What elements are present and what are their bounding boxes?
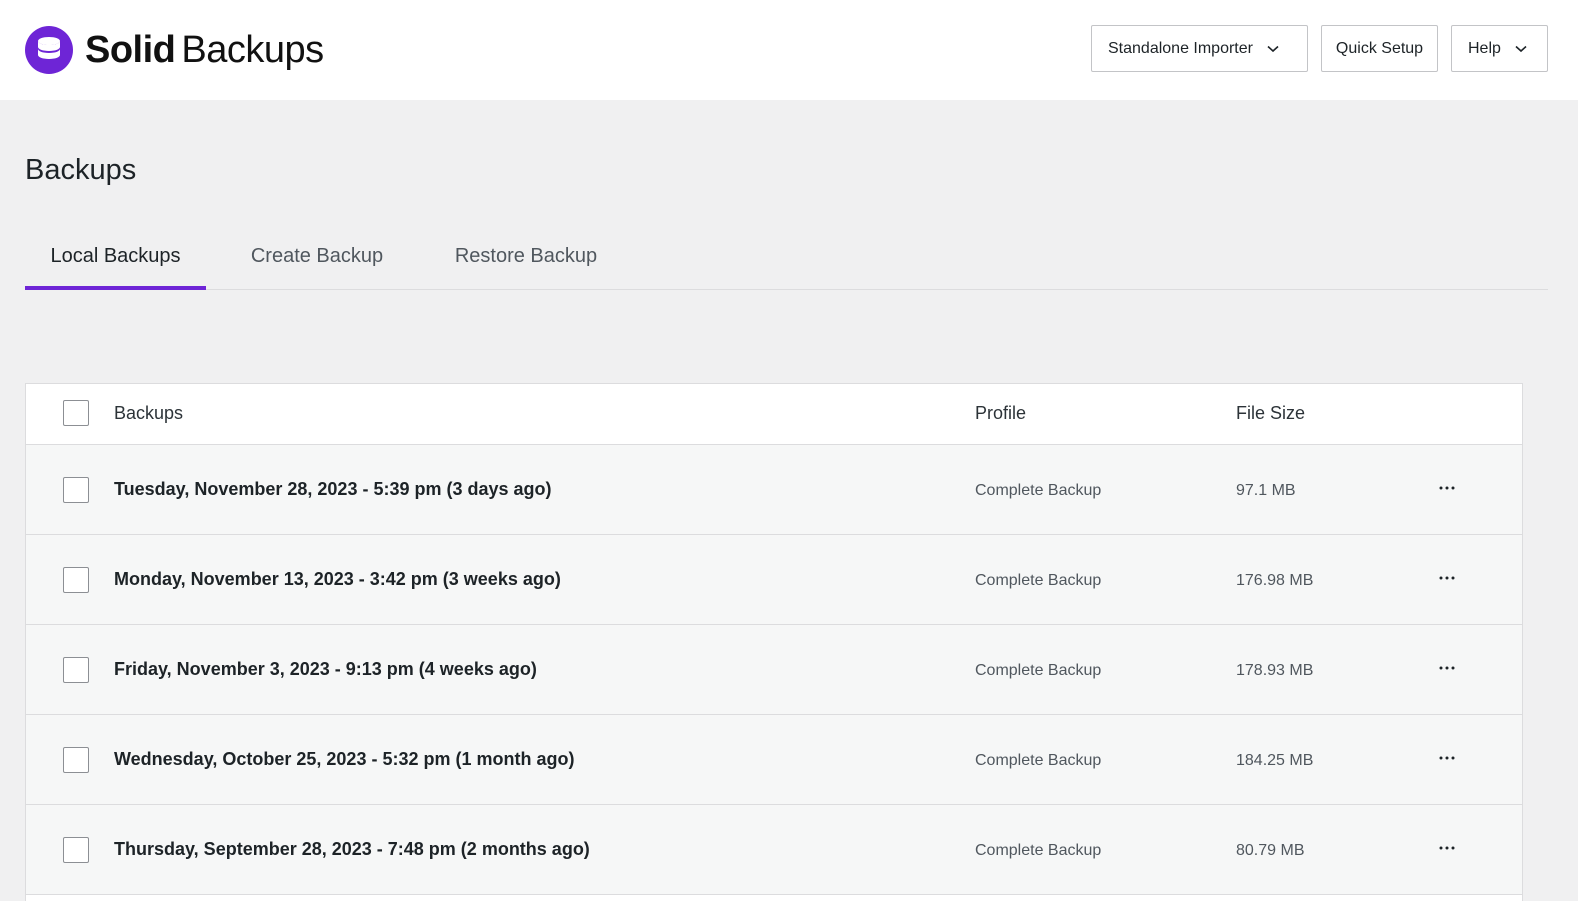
help-dropdown[interactable]: Help	[1451, 25, 1548, 72]
table-row: Wednesday, October 25, 2023 - 5:32 pm (1…	[26, 715, 1522, 805]
column-header-profile: Profile	[975, 403, 1027, 423]
backup-profile: Complete Backup	[975, 842, 1102, 859]
backup-date: Thursday, September 28, 2023 - 7:48 pm (…	[114, 839, 590, 859]
more-actions-icon[interactable]	[1432, 473, 1462, 503]
backup-date: Friday, November 3, 2023 - 9:13 pm (4 we…	[114, 659, 537, 679]
help-label: Help	[1468, 39, 1501, 57]
backup-file-size: 176.98 MB	[1236, 572, 1314, 589]
more-actions-icon[interactable]	[1432, 653, 1462, 683]
table-row: Monday, November 13, 2023 - 3:42 pm (3 w…	[26, 535, 1522, 625]
top-bar: Solid Backups Standalone Importer Quick S…	[0, 0, 1578, 100]
backup-profile: Complete Backup	[975, 572, 1102, 589]
table-header: Backups Profile File Size	[26, 384, 1522, 445]
select-all-checkbox[interactable]	[63, 400, 89, 426]
page-title: Backups	[25, 154, 137, 186]
backup-file-size: 184.25 MB	[1236, 752, 1314, 769]
column-header-backups: Backups	[114, 403, 184, 423]
tab-restore-backup[interactable]: Restore Backup	[433, 232, 619, 289]
backup-profile: Complete Backup	[975, 662, 1102, 679]
backup-tabs: Local Backups Create Backup Restore Back…	[25, 232, 1548, 290]
row-checkbox[interactable]	[63, 747, 89, 773]
backups-table: Backups Profile File Size Tuesday, Novem…	[25, 383, 1523, 901]
tab-local-backups[interactable]: Local Backups	[25, 232, 206, 290]
backup-date: Monday, November 13, 2023 - 3:42 pm (3 w…	[114, 569, 561, 589]
row-checkbox[interactable]	[63, 837, 89, 863]
brand-name-light: Backups	[181, 29, 324, 71]
backup-profile: Complete Backup	[975, 752, 1102, 769]
quick-setup-button[interactable]: Quick Setup	[1321, 25, 1438, 72]
standalone-importer-label: Standalone Importer	[1108, 39, 1253, 57]
table-row: Tuesday, November 28, 2023 - 5:39 pm (3 …	[26, 445, 1522, 535]
tab-create-backup[interactable]: Create Backup	[230, 232, 404, 289]
row-checkbox[interactable]	[63, 657, 89, 683]
table-row: Thursday, September 28, 2023 - 7:48 pm (…	[26, 805, 1522, 895]
chevron-down-icon	[1515, 45, 1527, 53]
standalone-importer-dropdown[interactable]: Standalone Importer	[1091, 25, 1308, 72]
row-checkbox[interactable]	[63, 567, 89, 593]
backup-file-size: 97.1 MB	[1236, 482, 1296, 499]
backup-file-size: 178.93 MB	[1236, 662, 1314, 679]
more-actions-icon[interactable]	[1432, 563, 1462, 593]
brand-name-bold: Solid	[85, 29, 176, 71]
backup-profile: Complete Backup	[975, 482, 1102, 499]
brand-logo-text: Solid Backups	[85, 28, 324, 72]
table-row: Friday, November 3, 2023 - 9:13 pm (4 we…	[26, 625, 1522, 715]
chevron-down-icon	[1267, 45, 1279, 53]
column-header-file-size: File Size	[1236, 403, 1306, 423]
quick-setup-label: Quick Setup	[1335, 39, 1424, 57]
backup-file-size: 80.79 MB	[1236, 842, 1305, 859]
more-actions-icon[interactable]	[1432, 833, 1462, 863]
more-actions-icon[interactable]	[1432, 743, 1462, 773]
backup-date: Wednesday, October 25, 2023 - 5:32 pm (1…	[114, 749, 575, 769]
backup-date: Tuesday, November 28, 2023 - 5:39 pm (3 …	[114, 479, 552, 499]
database-logo-icon	[25, 26, 73, 74]
row-checkbox[interactable]	[63, 477, 89, 503]
